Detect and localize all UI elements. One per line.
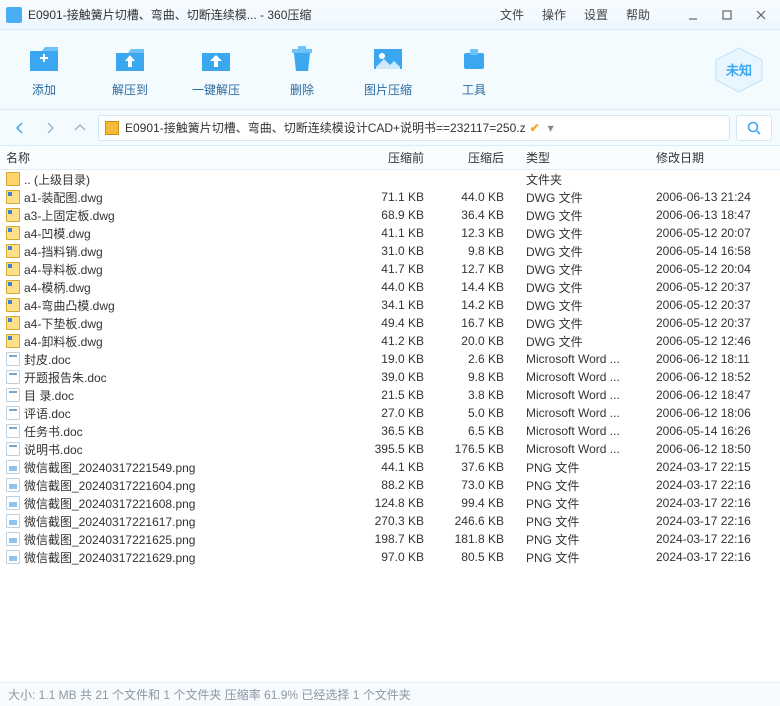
imgcompress-button[interactable]: 图片压缩 — [358, 41, 418, 98]
png-icon — [6, 550, 20, 564]
main-menu: 文件 操作 设置 帮助 — [500, 6, 650, 23]
app-icon — [6, 7, 22, 23]
archive-icon — [105, 121, 119, 135]
delete-button[interactable]: 删除 — [272, 41, 332, 98]
oneclick-icon — [196, 41, 236, 77]
column-header: 名称 压缩前 压缩后 类型 修改日期 — [0, 146, 780, 170]
search-button[interactable] — [736, 115, 772, 141]
table-row[interactable]: a3-上固定板.dwg68.9 KB36.4 KBDWG 文件2006-06-1… — [0, 206, 780, 224]
table-row[interactable]: 说明书.doc395.5 KB176.5 KBMicrosoft Word ..… — [0, 440, 780, 458]
menu-help[interactable]: 帮助 — [626, 6, 650, 23]
folder-icon — [6, 172, 20, 186]
format-badge[interactable]: 未知 — [712, 46, 766, 94]
extract-button[interactable]: 解压到 — [100, 41, 160, 98]
table-row[interactable]: 微信截图_20240317221625.png198.7 KB181.8 KBP… — [0, 530, 780, 548]
table-row[interactable]: 开题报告朱.doc39.0 KB9.8 KBMicrosoft Word ...… — [0, 368, 780, 386]
table-row[interactable]: a4-模柄.dwg44.0 KB14.4 KBDWG 文件2006-05-12 … — [0, 278, 780, 296]
doc-icon — [6, 370, 20, 384]
col-before[interactable]: 压缩前 — [360, 149, 440, 166]
doc-icon — [6, 442, 20, 456]
image-icon — [368, 41, 408, 77]
minimize-button[interactable] — [680, 5, 706, 25]
statusbar: 大小: 1.1 MB 共 21 个文件和 1 个文件夹 压缩率 61.9% 已经… — [0, 682, 780, 706]
menu-file[interactable]: 文件 — [500, 6, 524, 23]
extract-label: 解压到 — [112, 81, 148, 98]
png-icon — [6, 478, 20, 492]
table-row[interactable]: 任务书.doc36.5 KB6.5 KBMicrosoft Word ...20… — [0, 422, 780, 440]
col-name[interactable]: 名称 — [0, 149, 360, 166]
table-row[interactable]: 微信截图_20240317221629.png97.0 KB80.5 KBPNG… — [0, 548, 780, 566]
oneclick-button[interactable]: 一键解压 — [186, 41, 246, 98]
tools-icon — [454, 41, 494, 77]
doc-icon — [6, 388, 20, 402]
table-row[interactable]: 评语.doc27.0 KB5.0 KBMicrosoft Word ...200… — [0, 404, 780, 422]
tools-label: 工具 — [462, 81, 486, 98]
delete-icon — [282, 41, 322, 77]
png-icon — [6, 460, 20, 474]
path-text: E0901-接触簧片切槽、弯曲、切断连续模设计CAD+说明书==232117=2… — [125, 119, 526, 136]
tools-button[interactable]: 工具 — [444, 41, 504, 98]
dwg-icon — [6, 262, 20, 276]
dwg-icon — [6, 298, 20, 312]
dwg-icon — [6, 208, 20, 222]
add-icon — [24, 41, 64, 77]
delete-label: 删除 — [290, 81, 314, 98]
col-after[interactable]: 压缩后 — [440, 149, 520, 166]
forward-button[interactable] — [38, 116, 62, 140]
menu-operate[interactable]: 操作 — [542, 6, 566, 23]
table-row[interactable]: 微信截图_20240317221617.png270.3 KB246.6 KBP… — [0, 512, 780, 530]
oneclick-label: 一键解压 — [192, 81, 240, 98]
png-icon — [6, 514, 20, 528]
table-row[interactable]: 微信截图_20240317221604.png88.2 KB73.0 KBPNG… — [0, 476, 780, 494]
menu-settings[interactable]: 设置 — [584, 6, 608, 23]
col-type[interactable]: 类型 — [520, 149, 650, 166]
table-row[interactable]: a1-装配图.dwg71.1 KB44.0 KBDWG 文件2006-06-13… — [0, 188, 780, 206]
toolbar: 添加 解压到 一键解压 删除 图片压缩 工具 未知 — [0, 30, 780, 110]
close-button[interactable] — [748, 5, 774, 25]
dwg-icon — [6, 190, 20, 204]
dwg-icon — [6, 226, 20, 240]
doc-icon — [6, 424, 20, 438]
dwg-icon — [6, 244, 20, 258]
status-text: 大小: 1.1 MB 共 21 个文件和 1 个文件夹 压缩率 61.9% 已经… — [8, 686, 411, 703]
imgcompress-label: 图片压缩 — [364, 81, 412, 98]
table-row[interactable]: a4-弯曲凸模.dwg34.1 KB14.2 KBDWG 文件2006-05-1… — [0, 296, 780, 314]
badge-text: 未知 — [726, 60, 752, 79]
add-label: 添加 — [32, 81, 56, 98]
table-row[interactable]: 目 录.doc21.5 KB3.8 KBMicrosoft Word ...20… — [0, 386, 780, 404]
table-row[interactable]: a4-挡料销.dwg31.0 KB9.8 KBDWG 文件2006-05-14 … — [0, 242, 780, 260]
add-button[interactable]: 添加 — [14, 41, 74, 98]
doc-icon — [6, 406, 20, 420]
titlebar: E0901-接触簧片切槽、弯曲、切断连续模... - 360压缩 文件 操作 设… — [0, 0, 780, 30]
png-icon — [6, 532, 20, 546]
doc-icon — [6, 352, 20, 366]
table-row[interactable]: 微信截图_20240317221608.png124.8 KB99.4 KBPN… — [0, 494, 780, 512]
dwg-icon — [6, 316, 20, 330]
verify-icon: ✔ — [530, 121, 540, 135]
dwg-icon — [6, 280, 20, 294]
png-icon — [6, 496, 20, 510]
file-list: .. (上级目录) 文件夹 a1-装配图.dwg71.1 KB44.0 KBDW… — [0, 170, 780, 682]
table-row[interactable]: a4-卸料板.dwg41.2 KB20.0 KBDWG 文件2006-05-12… — [0, 332, 780, 350]
navbar: E0901-接触簧片切槽、弯曲、切断连续模设计CAD+说明书==232117=2… — [0, 110, 780, 146]
dwg-icon — [6, 334, 20, 348]
maximize-button[interactable] — [714, 5, 740, 25]
parent-row[interactable]: .. (上级目录) 文件夹 — [0, 170, 780, 188]
window-title: E0901-接触簧片切槽、弯曲、切断连续模... - 360压缩 — [28, 6, 311, 23]
extract-icon — [110, 41, 150, 77]
table-row[interactable]: a4-导料板.dwg41.7 KB12.7 KBDWG 文件2006-05-12… — [0, 260, 780, 278]
table-row[interactable]: 封皮.doc19.0 KB2.6 KBMicrosoft Word ...200… — [0, 350, 780, 368]
table-row[interactable]: a4-凹模.dwg41.1 KB12.3 KBDWG 文件2006-05-12 … — [0, 224, 780, 242]
up-button[interactable] — [68, 116, 92, 140]
dropdown-icon[interactable]: ▾ — [548, 121, 554, 135]
col-date[interactable]: 修改日期 — [650, 149, 780, 166]
table-row[interactable]: a4-下垫板.dwg49.4 KB16.7 KBDWG 文件2006-05-12… — [0, 314, 780, 332]
path-input[interactable]: E0901-接触簧片切槽、弯曲、切断连续模设计CAD+说明书==232117=2… — [98, 115, 730, 141]
back-button[interactable] — [8, 116, 32, 140]
table-row[interactable]: 微信截图_20240317221549.png44.1 KB37.6 KBPNG… — [0, 458, 780, 476]
